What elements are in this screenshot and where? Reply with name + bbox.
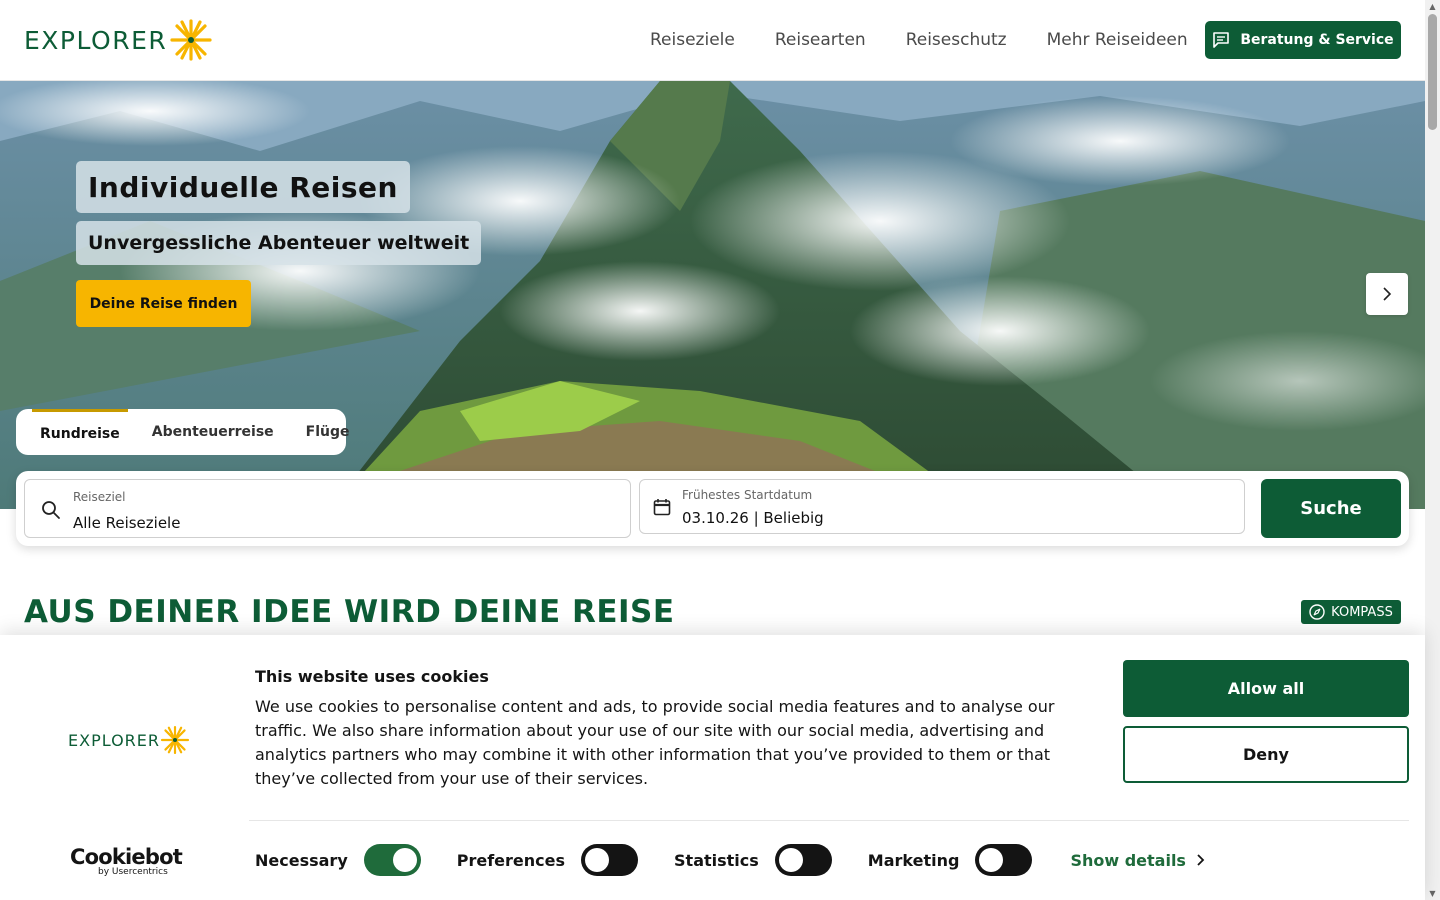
start-date-value: 03.10.26 | Beliebig bbox=[682, 509, 824, 527]
destination-label: Reiseziel bbox=[73, 490, 126, 504]
consent-necessary: Necessary bbox=[255, 844, 421, 876]
consent-label: Preferences bbox=[456, 850, 566, 870]
toggle-knob bbox=[778, 848, 803, 872]
consent-label: Marketing bbox=[867, 850, 960, 870]
marketing-toggle[interactable] bbox=[975, 844, 1033, 876]
consent-label: Necessary bbox=[255, 850, 348, 870]
allow-all-button[interactable]: Allow all bbox=[1123, 660, 1409, 717]
nav-mehr-reiseideen[interactable]: Mehr Reiseideen bbox=[1047, 30, 1188, 50]
consent-label: Statistics bbox=[674, 850, 759, 870]
scroll-down-arrow-icon[interactable]: ▼ bbox=[1428, 889, 1437, 898]
sun-logo-icon bbox=[160, 725, 190, 755]
logo-text: EXPLORER bbox=[24, 25, 168, 55]
kompass-label: KOMPASS bbox=[1331, 604, 1393, 620]
section-title: AUS DEINER IDEE WIRD DEINE REISE bbox=[24, 594, 675, 630]
start-date-label: Frühestes Startdatum bbox=[682, 488, 813, 502]
cookiebot-logo[interactable]: Cookiebot by Usercentrics bbox=[70, 845, 183, 877]
tab-abenteuerreise[interactable]: Abenteuerreise bbox=[136, 409, 290, 455]
toggle-knob bbox=[585, 848, 610, 872]
cookie-description: We use cookies to personalise content an… bbox=[255, 697, 1055, 788]
start-date-field[interactable]: Frühestes Startdatum 03.10.26 | Beliebig bbox=[639, 479, 1245, 534]
site-header: EXPLORER Reiseziele Reisearten Reiseschu… bbox=[0, 0, 1425, 81]
service-button[interactable]: Beratung & Service bbox=[1205, 21, 1401, 59]
scroll-up-arrow-icon[interactable]: ▲ bbox=[1428, 2, 1437, 11]
cookie-banner: EXPLORER This website uses cookies We us… bbox=[0, 635, 1425, 900]
kompass-badge[interactable]: KOMPASS bbox=[1301, 600, 1401, 624]
statistics-toggle[interactable] bbox=[774, 844, 832, 876]
cookie-banner-logo: EXPLORER bbox=[68, 725, 190, 755]
consent-categories: Necessary Preferences Statistics Marketi… bbox=[255, 844, 1206, 876]
necessary-toggle[interactable] bbox=[363, 844, 421, 876]
destination-field[interactable]: Reiseziel Alle Reiseziele bbox=[24, 479, 631, 538]
find-trip-button[interactable]: Deine Reise finden bbox=[76, 280, 251, 327]
nav-reisearten[interactable]: Reisearten bbox=[775, 30, 866, 50]
page-scrollbar[interactable]: ▲ ▼ bbox=[1425, 0, 1440, 900]
service-button-label: Beratung & Service bbox=[1240, 32, 1394, 48]
chevron-right-icon bbox=[1197, 854, 1205, 866]
consent-marketing: Marketing bbox=[868, 844, 1033, 876]
cookiebot-name: Cookiebot bbox=[70, 845, 183, 869]
cookie-divider bbox=[249, 820, 1409, 821]
nav-reiseschutz[interactable]: Reiseschutz bbox=[906, 30, 1007, 50]
chat-icon bbox=[1213, 32, 1230, 48]
trip-search-bar: Reiseziel Alle Reiseziele Frühestes Star… bbox=[16, 471, 1409, 546]
preferences-toggle[interactable] bbox=[581, 844, 639, 876]
trip-type-tabs: Rundreise Abenteuerreise Flüge bbox=[16, 409, 350, 455]
show-details-label: Show details bbox=[1070, 850, 1186, 870]
sun-logo-icon bbox=[170, 19, 212, 61]
hero-title: Individuelle Reisen bbox=[76, 161, 410, 213]
cookie-title: This website uses cookies bbox=[255, 667, 489, 686]
calendar-icon bbox=[653, 499, 671, 516]
nav-reiseziele[interactable]: Reiseziele bbox=[650, 30, 735, 50]
search-button[interactable]: Suche bbox=[1261, 479, 1401, 538]
main-nav: Reiseziele Reisearten Reiseschutz Mehr R… bbox=[650, 30, 1188, 50]
cookie-logo-text: EXPLORER bbox=[68, 730, 160, 750]
tab-rundreise[interactable]: Rundreise bbox=[32, 409, 128, 455]
consent-statistics: Statistics bbox=[674, 844, 832, 876]
show-details-link[interactable]: Show details bbox=[1070, 851, 1206, 870]
search-icon bbox=[42, 501, 60, 519]
chevron-right-icon bbox=[1383, 287, 1392, 301]
hero-subtitle: Unvergessliche Abenteuer weltweit bbox=[76, 221, 482, 265]
compass-icon bbox=[1309, 604, 1325, 620]
carousel-next-button[interactable] bbox=[1366, 273, 1408, 315]
toggle-knob bbox=[392, 848, 417, 872]
destination-value: Alle Reiseziele bbox=[73, 514, 181, 532]
toggle-knob bbox=[979, 848, 1004, 872]
explorer-logo[interactable]: EXPLORER bbox=[24, 18, 213, 62]
deny-button[interactable]: Deny bbox=[1123, 726, 1409, 783]
consent-preferences: Preferences bbox=[456, 844, 639, 876]
scrollbar-thumb[interactable] bbox=[1428, 14, 1437, 130]
tab-fluege[interactable]: Flüge bbox=[290, 409, 366, 455]
